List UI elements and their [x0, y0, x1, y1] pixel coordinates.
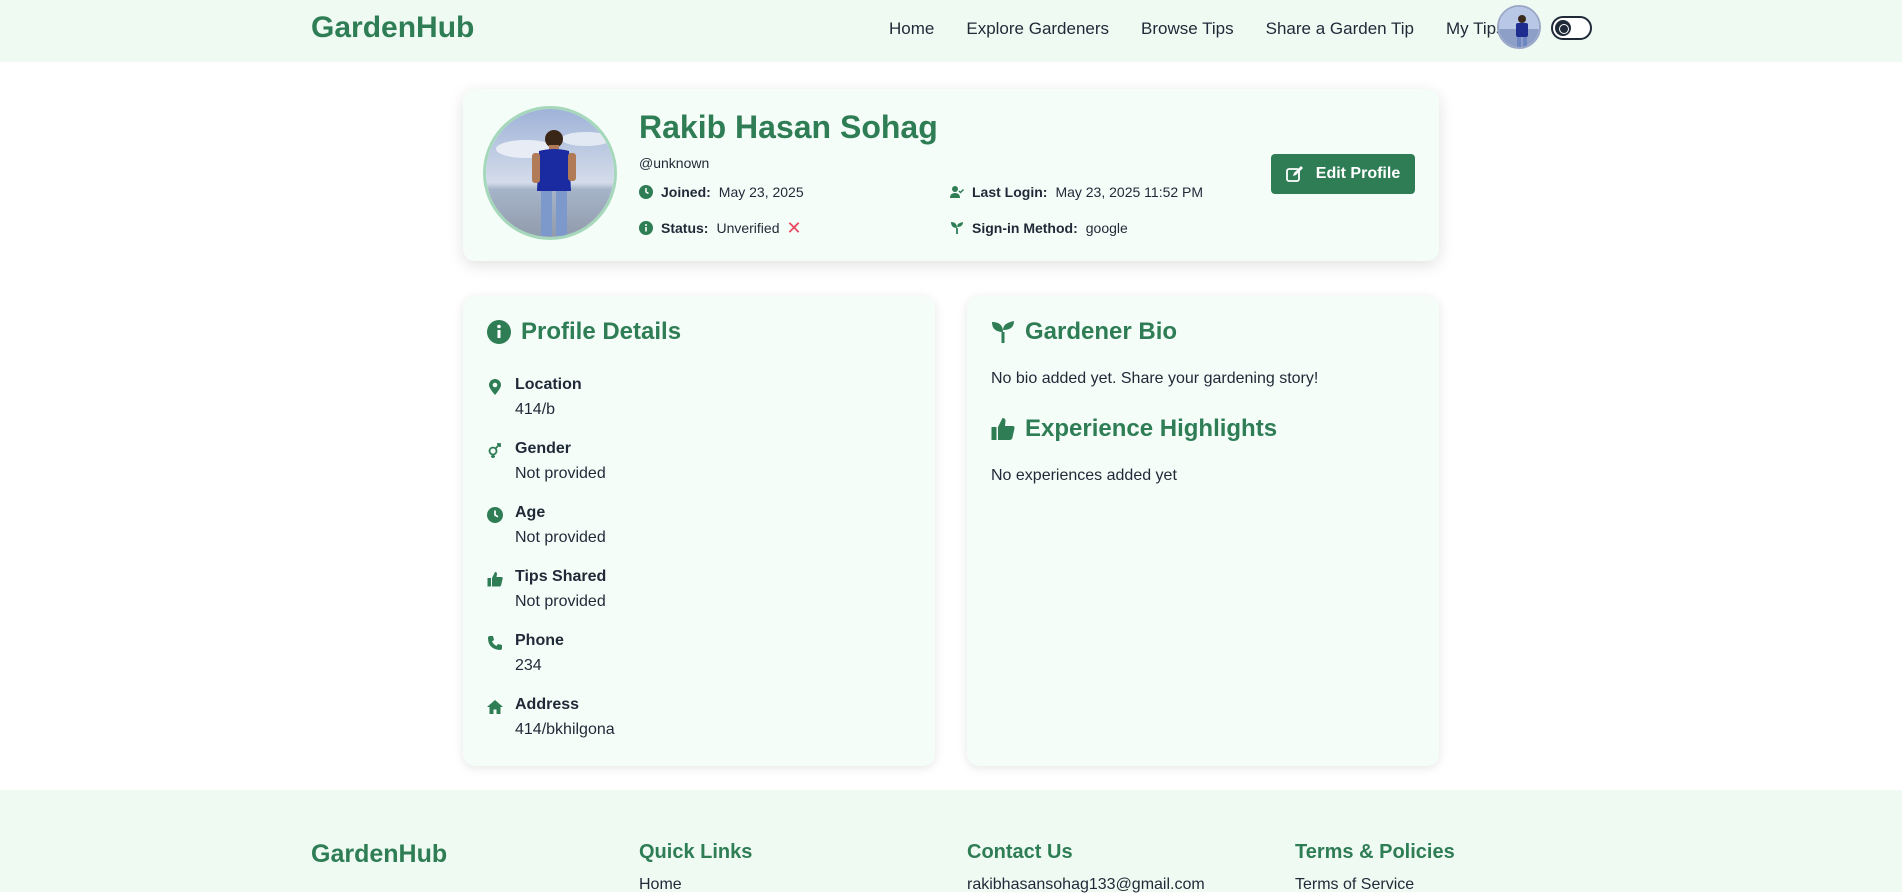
- seedling-icon: [991, 320, 1015, 344]
- footer-contact: Contact Us rakibhasansohag133@gmail.com: [967, 841, 1205, 894]
- footer-terms-title: Terms & Policies: [1295, 841, 1455, 863]
- footer: GardenHub Quick Links Home Contact Us ra…: [0, 790, 1902, 894]
- last-login-label: Last Login:: [972, 184, 1048, 200]
- map-pin-icon: [487, 379, 503, 395]
- detail-gender: Gender Not provided: [487, 440, 606, 483]
- detail-age: Age Not provided: [487, 504, 606, 547]
- nav-link-browse-tips[interactable]: Browse Tips: [1141, 19, 1234, 39]
- nav-link-home[interactable]: Home: [889, 19, 934, 39]
- detail-value: 234: [515, 657, 542, 674]
- detail-value: Not provided: [515, 529, 606, 546]
- joined-value: May 23, 2025: [718, 184, 804, 200]
- joined-label: Joined:: [661, 184, 711, 200]
- experience-highlights-title-text: Experience Highlights: [1025, 415, 1278, 442]
- gardener-bio-card: Gardener Bio No bio added yet. Share you…: [967, 296, 1439, 766]
- thumbs-up-icon: [487, 571, 503, 587]
- meta-joined: Joined: May 23, 2025: [639, 184, 804, 200]
- unverified-x-icon: ✕: [786, 218, 802, 238]
- gender-icon: [487, 443, 503, 459]
- navbar: GardenHub Home Explore Gardeners Browse …: [0, 0, 1902, 62]
- profile-handle: @unknown: [639, 155, 710, 171]
- profile-details-title-text: Profile Details: [521, 318, 682, 345]
- detail-phone: Phone 234: [487, 632, 564, 675]
- info-circle-icon: [487, 320, 511, 344]
- edit-icon: [1285, 165, 1304, 183]
- gardener-bio-title-text: Gardener Bio: [1025, 318, 1178, 345]
- footer-quick-links-title: Quick Links: [639, 841, 753, 863]
- footer-brand[interactable]: GardenHub: [311, 840, 447, 869]
- clock-icon: [487, 507, 503, 523]
- home-icon: [487, 699, 503, 715]
- last-login-value: May 23, 2025 11:52 PM: [1055, 184, 1204, 200]
- detail-label: Address: [515, 696, 580, 713]
- detail-label: Tips Shared: [515, 568, 607, 585]
- footer-contact-email[interactable]: rakibhasansohag133@gmail.com: [967, 876, 1205, 894]
- bio-text: No bio added yet. Share your gardening s…: [991, 370, 1319, 387]
- gardener-bio-title: Gardener Bio: [991, 318, 1177, 346]
- info-icon: [639, 221, 653, 235]
- meta-status: Status: Unverified ✕: [639, 218, 802, 238]
- profile-name: Rakib Hasan Sohag: [639, 109, 938, 145]
- experience-highlights-title: Experience Highlights: [991, 415, 1277, 443]
- seedling-icon: [950, 221, 964, 235]
- meta-last-login: Last Login: May 23, 2025 11:52 PM: [950, 184, 1203, 200]
- thumbs-up-icon: [991, 417, 1015, 441]
- profile-header-card: Rakib Hasan Sohag @unknown Joined: May 2…: [463, 89, 1439, 261]
- clock-icon: [639, 185, 653, 199]
- signin-label: Sign-in Method:: [972, 220, 1078, 236]
- footer-link-home[interactable]: Home: [639, 876, 752, 894]
- theme-toggle-knob-icon: [1555, 20, 1571, 36]
- detail-value: 414/b: [515, 401, 556, 418]
- profile-details-card: Profile Details Location 414/b Gender No…: [463, 296, 935, 766]
- user-check-icon: [950, 185, 964, 199]
- brand-logo[interactable]: GardenHub: [311, 11, 474, 45]
- theme-toggle[interactable]: [1551, 16, 1592, 40]
- detail-address: Address 414/bkhilgona: [487, 696, 615, 739]
- nav-link-my-tips[interactable]: My Tips: [1446, 19, 1505, 39]
- signin-value: google: [1085, 220, 1128, 236]
- edit-profile-button[interactable]: Edit Profile: [1271, 154, 1415, 194]
- status-label: Status:: [661, 220, 709, 236]
- profile-details-title: Profile Details: [487, 318, 681, 346]
- meta-signin-method: Sign-in Method: google: [950, 220, 1128, 236]
- detail-label: Gender: [515, 440, 572, 457]
- footer-contact-title: Contact Us: [967, 841, 1073, 863]
- detail-label: Age: [515, 504, 546, 521]
- footer-terms: Terms & Policies Terms of Service: [1295, 841, 1455, 894]
- detail-label: Location: [515, 376, 582, 393]
- footer-link-terms-of-service[interactable]: Terms of Service: [1295, 876, 1455, 894]
- nav-links: Home Explore Gardeners Browse Tips Share…: [889, 19, 1505, 39]
- edit-profile-label: Edit Profile: [1315, 165, 1401, 182]
- detail-value: Not provided: [515, 465, 606, 482]
- nav-link-share-tip[interactable]: Share a Garden Tip: [1266, 19, 1414, 39]
- experience-text: No experiences added yet: [991, 467, 1177, 484]
- detail-tips-shared: Tips Shared Not provided: [487, 568, 606, 611]
- footer-quick-links: Quick Links Home: [639, 841, 752, 894]
- profile-avatar: [483, 106, 617, 240]
- phone-icon: [487, 635, 503, 651]
- nav-link-explore-gardeners[interactable]: Explore Gardeners: [966, 19, 1109, 39]
- status-value: Unverified: [716, 220, 780, 236]
- detail-value: Not provided: [515, 593, 606, 610]
- detail-location: Location 414/b: [487, 376, 582, 419]
- detail-value: 414/bkhilgona: [515, 721, 615, 738]
- user-avatar[interactable]: [1497, 5, 1541, 49]
- detail-label: Phone: [515, 632, 564, 649]
